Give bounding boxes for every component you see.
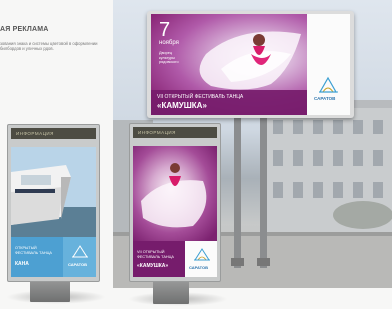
lightbox-left-caption2: КАНА: [15, 261, 29, 267]
saratov-logo-icon: [194, 248, 210, 261]
lightbox-right-logo-box: САРАТОВ: [185, 241, 217, 277]
lightbox-left-screen: ОТКРЫТЫЙ ФЕСТИВАЛЬ ТАНЦА КАНА САРАТОВ: [11, 147, 96, 277]
billboard-logo-text: САРАТОВ: [314, 96, 336, 101]
saratov-logo-icon: [72, 245, 88, 258]
billboard-date-day: 7: [159, 19, 171, 41]
section-heading: АЯ РЕКЛАМА: [0, 26, 49, 33]
dancer-icon: [141, 163, 207, 228]
lightbox-left-logo-box: САРАТОВ: [63, 237, 96, 277]
billboard-date-month: ноября: [159, 40, 179, 46]
lightbox-right-photo: [133, 146, 217, 241]
lightbox-right-screen: VII ОТКРЫТЫЙ ФЕСТИВАЛЬ ТАНЦА «КАМУШКА» С…: [133, 146, 217, 277]
lightbox-right-logo-text: САРАТОВ: [189, 265, 209, 270]
lightbox-left-caption-box: ОТКРЫТЫЙ ФЕСТИВАЛЬ ТАНЦА КАНА: [11, 237, 63, 277]
lightbox-right: ИНФОРМАЦИЯ VII ОТКРЫТЫЙ ФЕСТИВАЛЬ ТАНЦА …: [129, 123, 221, 282]
billboard-logo-panel: САРАТОВ: [307, 14, 350, 115]
lightbox-left-logo-text: САРАТОВ: [68, 262, 88, 267]
lightbox-right-festival-name: «КАМУШКА»: [137, 263, 169, 269]
billboard-festival-line: VII ОТКРЫТЫЙ ФЕСТИВАЛЬ ТАНЦА: [157, 94, 244, 100]
lightbox-right-festival-line: VII ОТКРЫТЫЙ ФЕСТИВАЛЬ ТАНЦА: [137, 250, 174, 259]
lightbox-left-caption: ОТКРЫТЫЙ ФЕСТИВАЛЬ ТАНЦА: [15, 246, 52, 255]
billboard-title-bar: VII ОТКРЫТЫЙ ФЕСТИВАЛЬ ТАНЦА «КАМУШКА»: [151, 90, 307, 115]
lightbox-right-header: ИНФОРМАЦИЯ: [133, 127, 217, 138]
lightbox-left: ИНФОРМАЦИЯ ОТКРЫТЫЙ ФЕСТИВАЛЬ ТАНЦА КАНА…: [7, 124, 100, 282]
lightbox-right-title-box: VII ОТКРЫТЫЙ ФЕСТИВАЛЬ ТАНЦА «КАМУШКА»: [133, 241, 185, 277]
billboard-festival-name: «КАМУШКА»: [157, 101, 207, 110]
billboard-venue: Дворец культуры рядовского: [159, 51, 179, 64]
lightbox-left-header: ИНФОРМАЦИЯ: [11, 128, 96, 139]
section-description: зования знака и системы цветовой в оформ…: [0, 41, 98, 52]
billboard: 7 ноября Дворец культуры рядовского VII …: [147, 11, 354, 118]
saratov-logo-icon: [318, 76, 338, 93]
